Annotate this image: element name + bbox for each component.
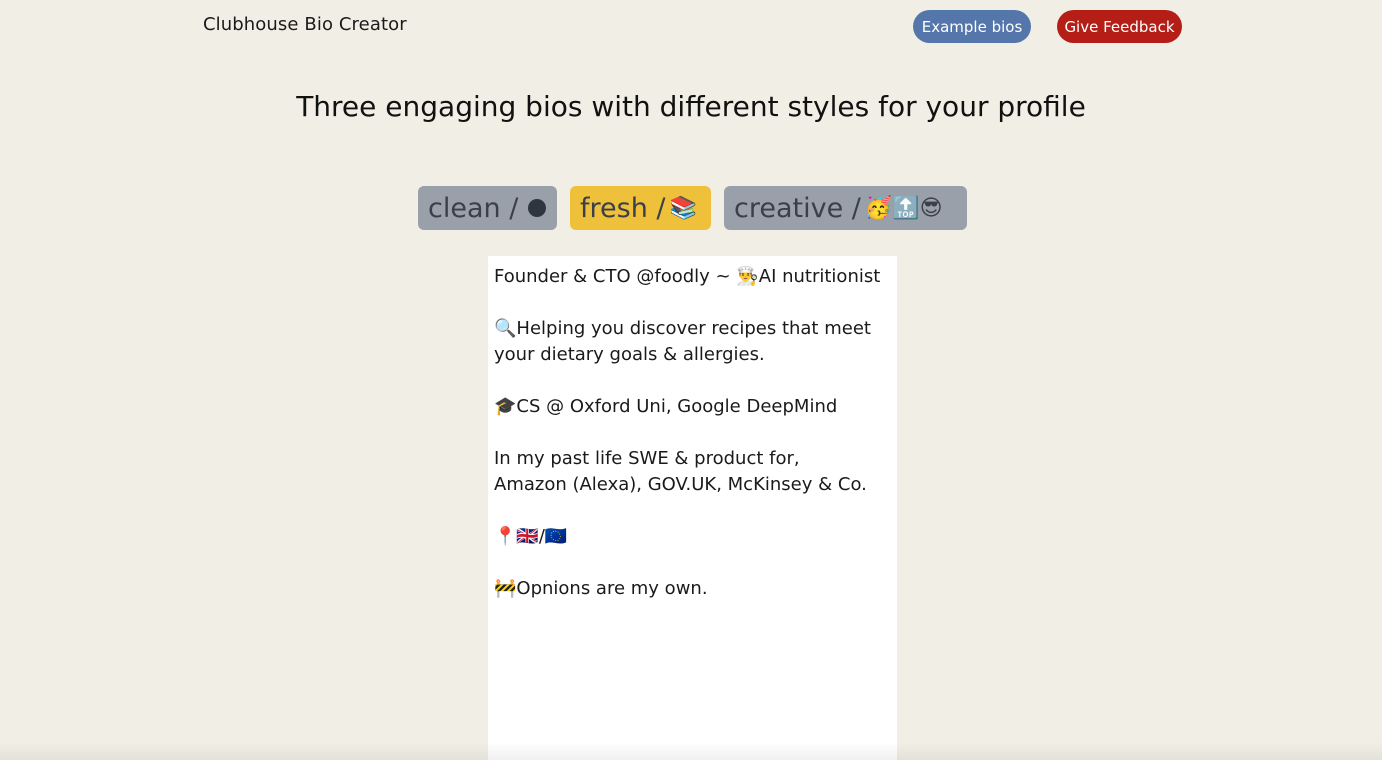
tab-fresh[interactable]: fresh / 📚: [570, 186, 711, 230]
example-bios-button[interactable]: Example bios: [913, 10, 1031, 43]
tab-fresh-label: fresh /: [580, 192, 666, 224]
page-headline: Three engaging bios with different style…: [296, 90, 1086, 123]
tab-creative[interactable]: creative / 🥳🔝😎: [724, 186, 967, 230]
app-title[interactable]: Clubhouse Bio Creator: [203, 14, 407, 35]
bio-output-panel[interactable]: Founder & CTO @foodly ~ 👨‍🍳AI nutritioni…: [488, 256, 897, 760]
party-top-sunglasses-icon: 🥳🔝😎: [864, 195, 943, 221]
books-icon: 📚: [669, 195, 697, 221]
top-bar: Clubhouse Bio Creator Example bios Give …: [0, 0, 1382, 54]
style-tabs: clean / fresh / 📚 creative / 🥳🔝😎: [418, 186, 967, 230]
black-circle-icon: [528, 199, 547, 217]
tab-creative-label: creative /: [734, 192, 861, 224]
tab-clean[interactable]: clean /: [418, 186, 557, 230]
bio-text[interactable]: Founder & CTO @foodly ~ 👨‍🍳AI nutritioni…: [494, 264, 891, 602]
tab-clean-label: clean /: [428, 192, 519, 224]
give-feedback-button[interactable]: Give Feedback: [1057, 10, 1182, 43]
